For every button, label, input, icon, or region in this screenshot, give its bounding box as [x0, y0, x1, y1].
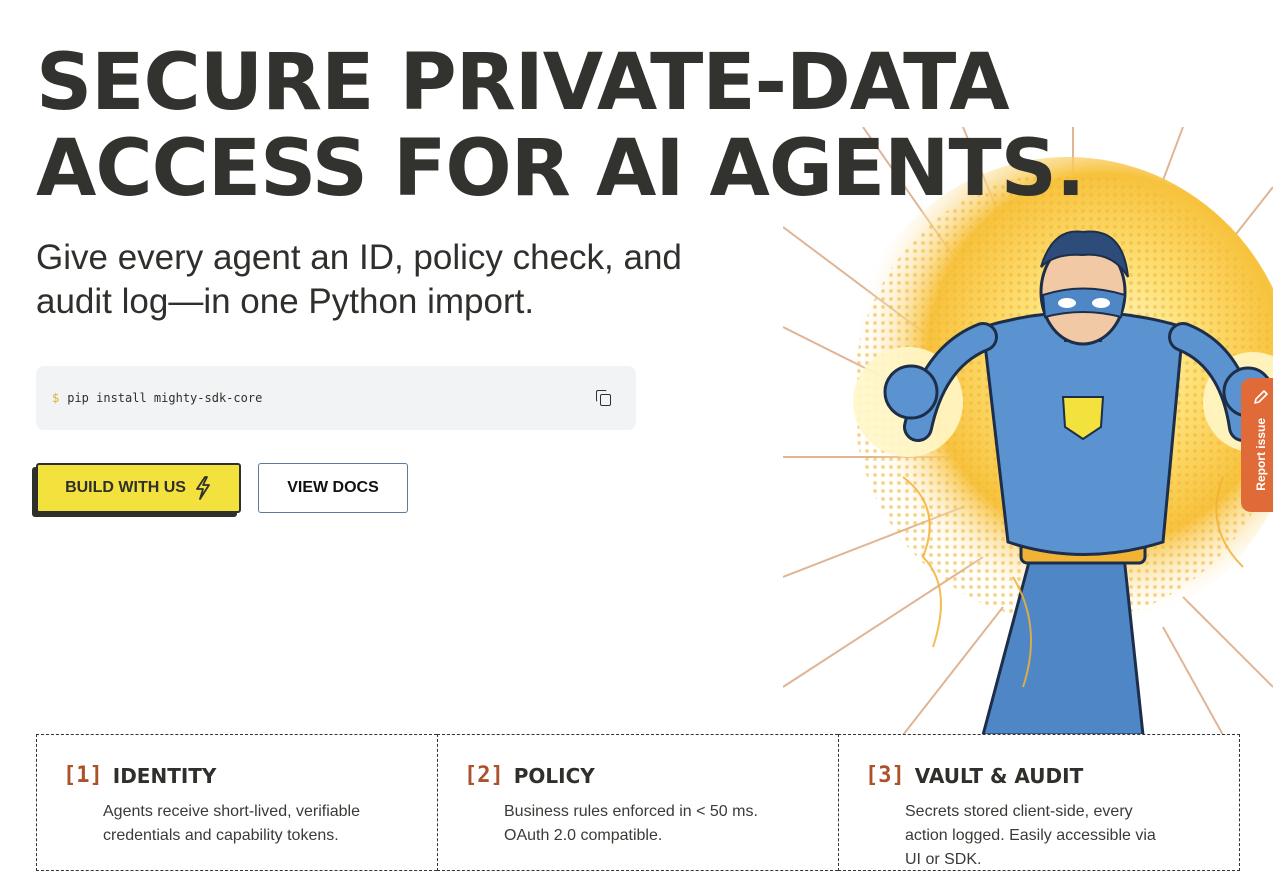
build-with-us-label: BUILD WITH US [65, 479, 186, 496]
feature-title: VAULT & AUDIT [914, 763, 1084, 788]
feature-description: Business rules enforced in < 50 ms. OAut… [504, 803, 758, 844]
feature-grid: [1] IDENTITY Agents receive short-lived,… [36, 734, 1240, 871]
report-issue-label: Report issue [1254, 418, 1268, 491]
report-issue-tab[interactable]: Report issue [1241, 378, 1273, 512]
feature-number: [3] [865, 763, 905, 788]
hero-title-line-1: SECURE PRIVATE-DATA [36, 38, 1010, 128]
feature-number: [2] [464, 763, 504, 788]
hero-subtitle: Give every agent an ID, policy check, an… [36, 238, 682, 321]
shell-prompt: $ [52, 391, 60, 405]
view-docs-button[interactable]: VIEW DOCS [258, 463, 408, 513]
pencil-icon [1254, 390, 1268, 404]
view-docs-label: VIEW DOCS [287, 479, 379, 496]
superhero-illustration [783, 127, 1273, 735]
build-with-us-button[interactable]: BUILD WITH US [36, 463, 241, 513]
feature-description: Secrets stored client-side, every action… [905, 803, 1156, 868]
install-command: pip install mighty-sdk-core [67, 391, 263, 405]
feature-card-vault-audit: [3] VAULT & AUDIT Secrets stored client-… [838, 734, 1240, 871]
feature-number: [1] [63, 763, 103, 788]
copy-icon[interactable] [594, 388, 614, 408]
install-command-box: $ pip install mighty-sdk-core [36, 366, 636, 430]
feature-title: POLICY [513, 763, 595, 788]
feature-description: Agents receive short-lived, verifiable c… [103, 803, 361, 844]
feature-card-identity: [1] IDENTITY Agents receive short-lived,… [36, 734, 437, 871]
hero-title-line-2: ACCESS FOR AI AGENTS. [36, 124, 1085, 214]
lightning-icon [196, 476, 210, 500]
feature-title: IDENTITY [112, 763, 217, 788]
feature-card-policy: [2] POLICY Business rules enforced in < … [437, 734, 838, 871]
hero-title: SECURE PRIVATE-DATA ACCESS FOR AI AGENTS… [36, 40, 1136, 212]
